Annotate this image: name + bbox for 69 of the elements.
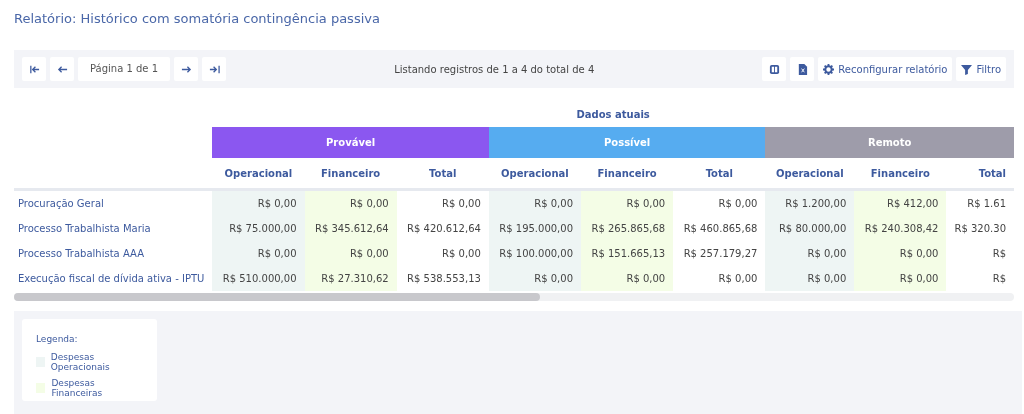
table-cell: R$ 0,00 (673, 189, 766, 216)
page-indicator: Página 1 de 1 (78, 57, 171, 81)
filter-icon (961, 63, 973, 75)
group-header: Provável (212, 127, 489, 158)
table-cell: R$ 80.000,00 (765, 216, 855, 241)
first-page-icon (28, 63, 40, 75)
scrollbar[interactable] (14, 293, 1014, 301)
document-button[interactable] (790, 57, 815, 81)
table-cell: R$ 0,00 (396, 189, 489, 216)
toolbar-button[interactable]: Reconfigurar relatório (818, 57, 953, 81)
column-header: Total (946, 158, 1014, 190)
table-cell: R$ 0,00 (488, 266, 582, 291)
table-cell: R$ 195.000,00 (488, 216, 582, 241)
table-cell: R$ 0,00 (212, 241, 305, 266)
row-label[interactable]: Execução fiscal de dívida ativa - IPTU (14, 266, 213, 291)
table-cell: R$ 0,00 (581, 266, 674, 291)
table-cell: R$ 0,00 (854, 241, 947, 266)
report-title: Relatório: Histórico com somatória contingência passiva (14, 10, 381, 28)
table-cell: R$ 460.865,68 (673, 216, 766, 241)
table-super-header: Dados atuais (212, 102, 1014, 127)
document-icon (796, 63, 808, 75)
table-cell: R$ 0,00 (304, 189, 397, 216)
table-cell: R$ (946, 241, 1014, 266)
table-cell: R$ (946, 266, 1014, 291)
table-cell: R$ 1.200,00 (765, 189, 855, 216)
table-cell: R$ 0,00 (673, 266, 766, 291)
table-cell: R$ 27.310,62 (304, 266, 397, 291)
record-count: Listando registros de 1 a 4 do total de 4 (393, 63, 596, 75)
table-cell: R$ 75.000,00 (212, 216, 305, 241)
column-header: Total (673, 158, 766, 190)
legend-title: Legenda: (36, 334, 79, 344)
table-cell: R$ 420.612,64 (396, 216, 489, 241)
columns-icon (768, 63, 780, 75)
table-cell: R$ 0,00 (304, 241, 397, 266)
table-cell: R$ 0,00 (765, 266, 855, 291)
table-cell: R$ 0,00 (212, 189, 305, 216)
table-cell: R$ 265.865,68 (581, 216, 674, 241)
table-cell: R$ 257.179,27 (673, 241, 766, 266)
table-cell: R$ 0,00 (854, 266, 947, 291)
toolbar-button[interactable]: Filtro (956, 57, 1006, 81)
scrollbar-thumb[interactable] (14, 293, 540, 301)
last-page-button[interactable] (202, 57, 227, 81)
table-cell: R$ 1.61 (946, 189, 1014, 216)
row-label[interactable]: Processo Trabalhista AAA (14, 241, 213, 266)
legend-label: Despesas Operacionais (50, 352, 111, 372)
column-header: Total (396, 158, 489, 190)
settings-icon (823, 63, 835, 75)
table-cell: R$ 320.30 (946, 216, 1014, 241)
table-cell: R$ 345.612,64 (304, 216, 397, 241)
table-cell: R$ 0,00 (581, 189, 674, 216)
table-cell: R$ 412,00 (854, 189, 947, 216)
back-arrow-button[interactable] (50, 57, 74, 81)
columns-button[interactable] (762, 57, 787, 81)
table-cell: R$ 510.000,00 (212, 266, 305, 291)
row-label[interactable]: Processo Trabalhista Maria (14, 216, 213, 241)
row-label[interactable]: Procuração Geral (14, 189, 213, 216)
legend-label: Despesas Financeiras (51, 378, 104, 398)
table-cell: R$ 240.308,42 (854, 216, 947, 241)
first-page-button[interactable] (22, 57, 46, 81)
table-cell: R$ 0,00 (765, 241, 855, 266)
table-cell: R$ 0,00 (488, 189, 582, 216)
forward-arrow-button[interactable] (174, 57, 199, 81)
table-cell: R$ 151.665,13 (581, 241, 674, 266)
table-cell: R$ 100.000,00 (488, 241, 582, 266)
table-cell: R$ 538.553,13 (396, 266, 489, 291)
last-page-icon (208, 63, 220, 75)
table-cell: R$ 0,00 (396, 241, 489, 266)
group-header: Possível (488, 127, 766, 158)
group-header: Remoto (765, 127, 1014, 158)
